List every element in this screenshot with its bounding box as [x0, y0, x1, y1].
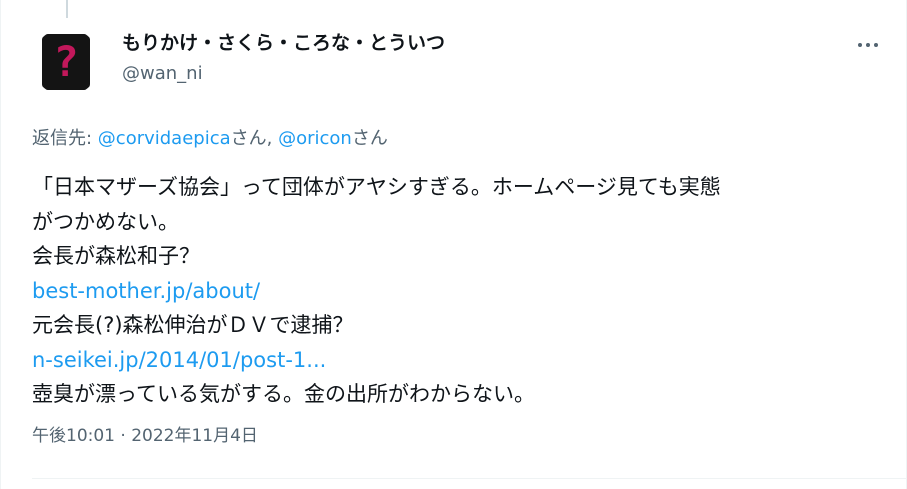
reply-mention-oricon[interactable]: @oricon [278, 128, 352, 149]
tweet-link-best-mother[interactable]: best-mother.jp/about/ [32, 274, 892, 309]
thread-connector-line [66, 0, 68, 18]
author-name[interactable]: もりかけ・さくら・ころな・とういつ [122, 30, 445, 56]
tweet-text-line: 壺臭が漂っている気がする。金の出所がわからない。 [32, 382, 535, 406]
reply-mention-corvidaepica[interactable]: @corvidaepica [98, 128, 231, 149]
tweet-timestamp[interactable]: 午後10:01 · 2022年11月4日 [32, 423, 258, 449]
avatar-image: ? [42, 34, 90, 90]
reply-context: 返信先: @corvidaepicaさん, @oriconさん [32, 126, 388, 152]
dot [874, 43, 878, 47]
dot [866, 43, 870, 47]
tweet-card: ? もりかけ・さくら・ころな・とういつ @wan_ni 返信先: @corvid… [0, 0, 907, 489]
author-handle[interactable]: @wan_ni [122, 62, 203, 86]
tweet-text-line: 元会長(?)森松伸治がＤＶで逮捕？ [32, 313, 354, 337]
tweet-link-n-seikei[interactable]: n-seikei.jp/2014/01/post-1... [32, 343, 892, 378]
reply-suffix: さん [351, 128, 388, 149]
reply-suffix: さん, [230, 128, 279, 149]
avatar-question-mark: ? [53, 37, 79, 86]
tweet-text-line: 会長が森松和子？ [32, 244, 200, 268]
tweet-text-line: がつかめない。 [32, 209, 179, 234]
dot [858, 43, 862, 47]
divider [32, 478, 907, 479]
tweet-text: 「日本マザーズ協会」って団体がアヤシすぎる。ホームページ見ても実態 がつかめない… [32, 170, 892, 412]
more-options-icon[interactable] [853, 34, 883, 56]
avatar[interactable]: ? [32, 28, 100, 96]
tweet-text-line: 「日本マザーズ協会」って団体がアヤシすぎる。ホームページ見ても実態 [32, 175, 721, 199]
left-border [0, 0, 1, 489]
reply-prefix: 返信先: [32, 128, 98, 149]
